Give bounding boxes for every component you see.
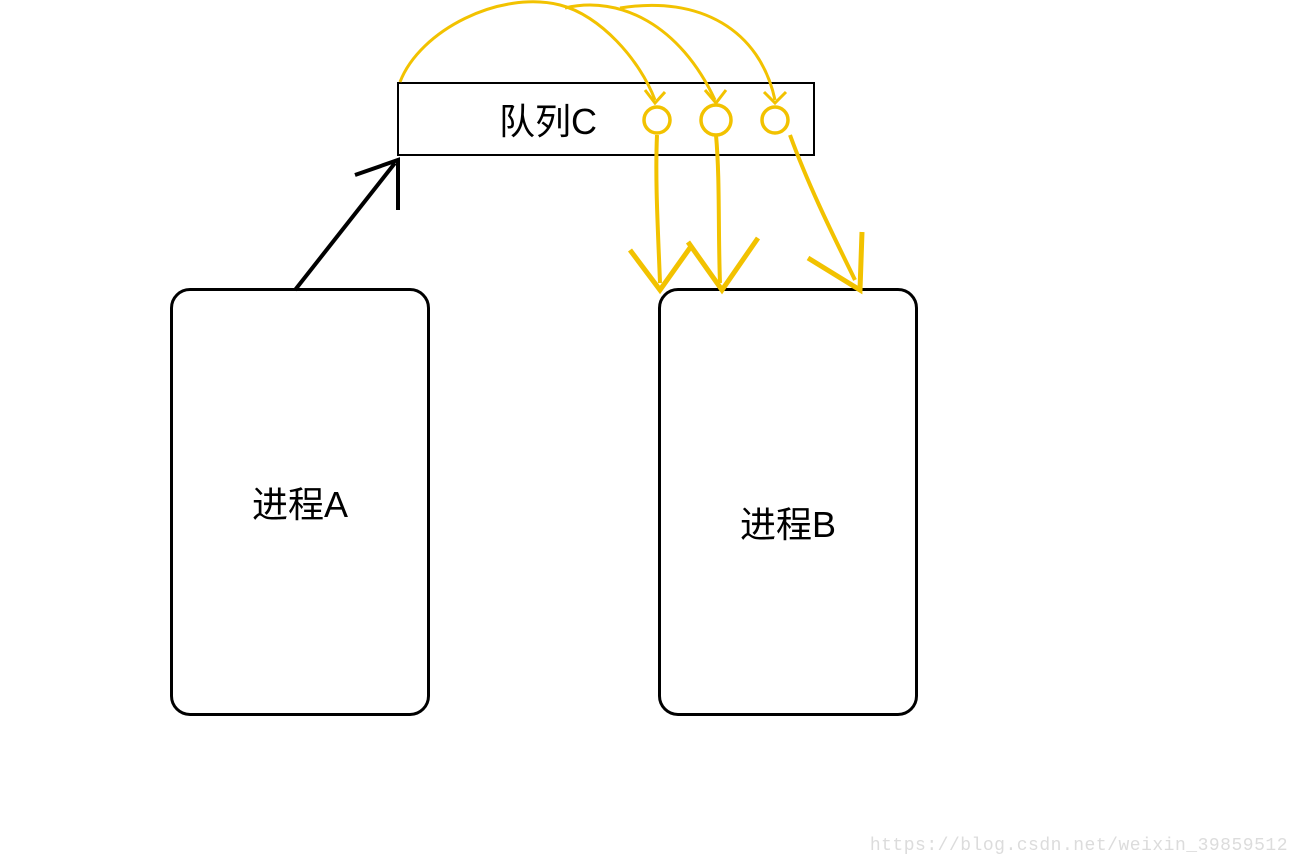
queue-label: 队列C [499,93,597,145]
yellow-output-arrows [630,135,862,290]
process-b-label: 进程B [740,496,836,548]
watermark: https://blog.csdn.net/weixin_39859512 [870,836,1288,856]
process-b-box: 进程B [658,288,918,716]
process-a-box: 进程A [170,288,430,716]
queue-box: 队列C [397,82,815,156]
arrow-a-to-queue [295,160,398,290]
process-a-label: 进程A [252,476,348,528]
